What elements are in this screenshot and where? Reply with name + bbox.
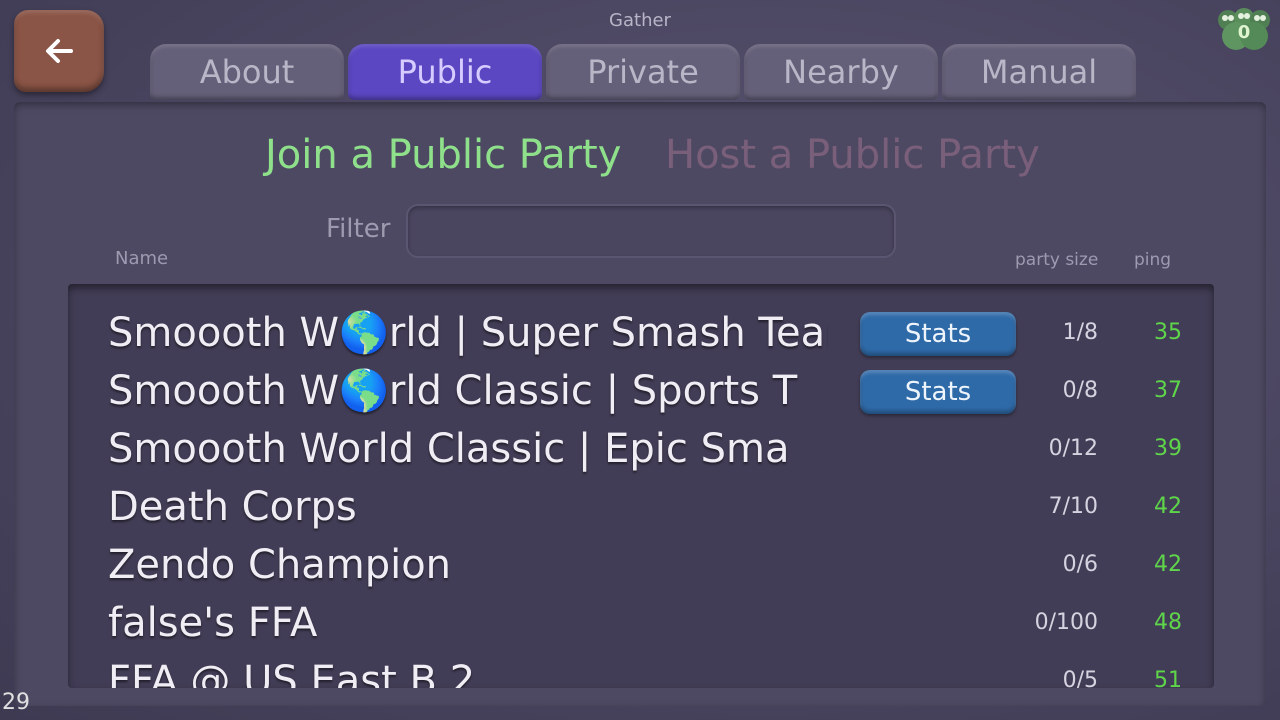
party-name: Smoooth W🌎rld | Super Smash Team <box>108 310 828 356</box>
app-title: Gather <box>609 10 671 31</box>
party-name: false's FFA <box>108 600 318 646</box>
party-name: Death Corps <box>108 484 357 530</box>
party-size: 0/100 <box>1034 610 1098 635</box>
tab-manual[interactable]: Manual <box>942 44 1136 100</box>
tokens-counter[interactable]: 0 <box>1216 8 1272 54</box>
tab-about[interactable]: About <box>150 44 344 100</box>
party-size: 0/6 <box>1062 552 1098 577</box>
fps-counter: 29 <box>2 690 30 715</box>
party-row[interactable]: Death Corps 7/10 42 <box>68 478 1214 536</box>
party-size: 1/8 <box>1062 320 1098 345</box>
party-row[interactable]: Smoooth World Classic | Epic Sma 0/12 39 <box>68 420 1214 478</box>
tab-public[interactable]: Public <box>348 44 542 100</box>
party-ping: 42 <box>1154 552 1182 577</box>
tab-private[interactable]: Private <box>546 44 740 100</box>
party-row[interactable]: FFA @ US East B 2 0/5 51 <box>68 652 1214 688</box>
party-list[interactable]: Smoooth W🌎rld | Super Smash Team Stats 1… <box>68 284 1214 688</box>
party-name: Smoooth World Classic | Epic Sma <box>108 426 790 472</box>
party-size: 0/12 <box>1048 436 1098 461</box>
party-name: FFA @ US East B 2 <box>108 658 476 688</box>
party-size: 7/10 <box>1048 494 1098 519</box>
party-row[interactable]: false's FFA 0/100 48 <box>68 594 1214 652</box>
party-ping: 51 <box>1154 668 1182 688</box>
tab-nearby[interactable]: Nearby <box>744 44 938 100</box>
stats-button[interactable]: Stats <box>860 312 1016 356</box>
party-name: Smoooth W🌎rld Classic | Sports T <box>108 368 798 414</box>
back-button[interactable] <box>14 10 104 92</box>
filter-input[interactable] <box>406 204 896 258</box>
stats-button[interactable]: Stats <box>860 370 1016 414</box>
host-public-party-button[interactable]: Host a Public Party <box>665 132 1040 178</box>
column-header-ping: ping <box>1134 250 1172 270</box>
party-ping: 42 <box>1154 494 1182 519</box>
join-public-party-button[interactable]: Join a Public Party <box>265 132 621 178</box>
party-ping: 35 <box>1154 320 1182 345</box>
party-ping: 39 <box>1154 436 1182 461</box>
party-row[interactable]: Zendo Champion 0/6 42 <box>68 536 1214 594</box>
party-size: 0/8 <box>1062 378 1098 403</box>
party-ping: 48 <box>1154 610 1182 635</box>
party-size: 0/5 <box>1062 668 1098 688</box>
party-row[interactable]: Smoooth W🌎rld | Super Smash Team Stats 1… <box>68 304 1214 362</box>
party-ping: 37 <box>1154 378 1182 403</box>
party-row[interactable]: Smoooth W🌎rld Classic | Sports T Stats 0… <box>68 362 1214 420</box>
party-name: Zendo Champion <box>108 542 452 588</box>
tokens-count: 0 <box>1237 22 1251 43</box>
back-arrow-icon <box>46 39 73 63</box>
filter-label: Filter <box>326 214 391 244</box>
column-header-party-size: party size <box>1015 250 1099 270</box>
column-header-name: Name <box>115 248 169 269</box>
